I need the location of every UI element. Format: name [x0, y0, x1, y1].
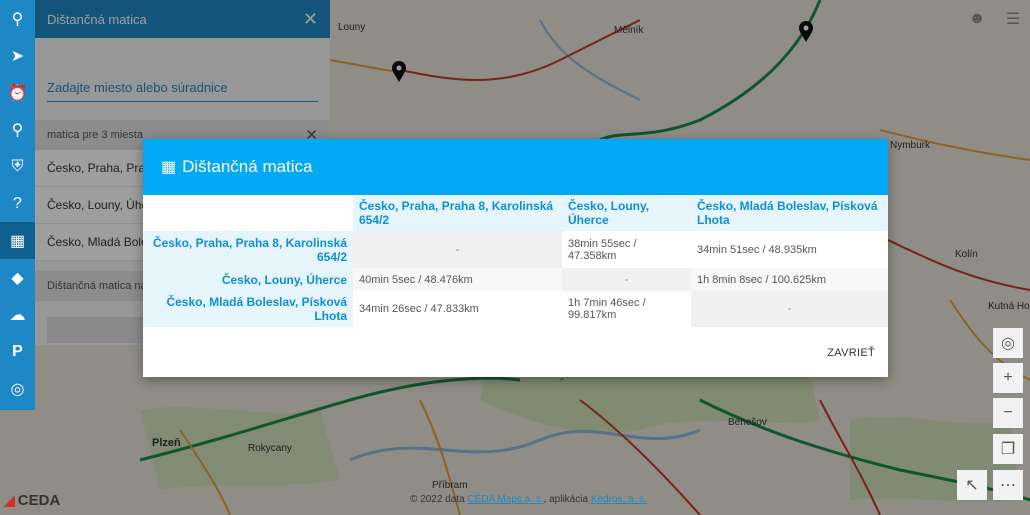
distance-matrix-dialog: ▦ Dištančná matica Česko, Praha, Praha 8…: [143, 139, 888, 377]
column-header: Česko, Mladá Boleslav, Písková Lhota: [691, 195, 888, 231]
row-header: Česko, Louny, Úherce: [143, 268, 353, 291]
matrix-cell: 34min 26sec / 47.833km: [359, 303, 479, 315]
matrix-cell: 1h 8min 8sec / 100.625km: [691, 268, 888, 291]
copyright-text: © 2022 data: [410, 494, 465, 505]
menu-icon[interactable]: ☰: [998, 4, 1028, 34]
more-icon[interactable]: ⋯: [993, 470, 1023, 500]
data-provider-link[interactable]: CEDA Maps a. s.: [467, 494, 543, 505]
table-corner: [143, 195, 353, 231]
close-button[interactable]: ZAVRIEŤ: [827, 347, 875, 359]
locate-icon[interactable]: ◎: [993, 328, 1023, 358]
grid-icon[interactable]: ▦: [0, 222, 35, 259]
logo-text: CEDA: [17, 492, 61, 509]
place-icon[interactable]: ⚲: [0, 111, 35, 148]
zoom-out-icon[interactable]: −: [993, 398, 1023, 428]
shield-icon[interactable]: ⛨: [0, 148, 35, 185]
directions-icon[interactable]: ➤: [0, 37, 35, 74]
table-row: Česko, Praha, Praha 8, Karolinská 654/2 …: [143, 231, 888, 268]
column-header: Česko, Louny, Úherce: [562, 195, 691, 231]
matrix-cell: 1h 7min 46sec / 99.817km: [568, 297, 646, 321]
grid-icon: ▦: [161, 159, 177, 176]
collapse-arrow-icon[interactable]: ↖: [957, 470, 987, 500]
column-header: Česko, Praha, Praha 8, Karolinská 654/2: [353, 195, 562, 231]
table-row: Česko, Mladá Boleslav, Písková Lhota 34m…: [143, 291, 888, 327]
matrix-cell: -: [353, 231, 562, 268]
dialog-header: ▦ Dištančná matica: [143, 139, 888, 195]
row-header: Česko, Mladá Boleslav, Písková Lhota: [143, 291, 353, 327]
cloud-icon[interactable]: ☁: [0, 296, 35, 333]
layers-icon[interactable]: ◆: [0, 259, 35, 296]
distance-matrix-table: Česko, Praha, Praha 8, Karolinská 654/2 …: [143, 195, 888, 327]
matrix-cell: -: [691, 291, 888, 327]
app-text: , aplikácia: [543, 494, 589, 505]
tracking-icon[interactable]: ◎: [0, 370, 35, 407]
search-icon[interactable]: ⚲: [0, 0, 35, 37]
panel-title: Dištančná matica: [47, 11, 147, 27]
matrix-cell: 40min 5sec / 48.476km: [353, 268, 562, 291]
places-caption: matica pre 3 miesta: [47, 129, 143, 141]
panel-header: Dištančná matica ✕: [35, 0, 330, 38]
row-header: Česko, Praha, Praha 8, Karolinská 654/2: [143, 231, 353, 268]
table-row: Česko, Louny, Úherce 40min 5sec / 48.476…: [143, 268, 888, 291]
map-credits: © 2022 data CEDA Maps a. s., aplikácia K…: [410, 494, 647, 505]
matrix-cell: 34min 51sec / 48.935km: [697, 243, 817, 256]
help-icon[interactable]: ?: [0, 185, 35, 222]
alarm-icon[interactable]: ⏰: [0, 74, 35, 111]
ceda-logo: ◢ CEDA: [4, 492, 60, 509]
search-input[interactable]: Zadajte miesto alebo súradnice: [47, 74, 318, 102]
matrix-cell: 38min 55sec / 47.358km: [568, 237, 637, 262]
logo-mark-icon: ◢: [4, 492, 15, 508]
parking-icon[interactable]: P: [0, 333, 35, 370]
avatar-icon[interactable]: ☻: [962, 4, 992, 34]
zoom-in-icon[interactable]: +: [993, 363, 1023, 393]
close-icon[interactable]: ✕: [303, 9, 318, 30]
left-toolbar: ⚲ ➤ ⏰ ⚲ ⛨ ? ▦ ◆ ☁ P ◎: [0, 0, 35, 410]
matrix-cell: -: [562, 268, 691, 291]
table-header-row: Česko, Praha, Praha 8, Karolinská 654/2 …: [143, 195, 888, 231]
app-provider-link[interactable]: Kedros, a. s.: [591, 494, 647, 505]
dialog-title: Dištančná matica: [182, 157, 313, 176]
map-layers-icon[interactable]: ❐: [993, 434, 1023, 464]
